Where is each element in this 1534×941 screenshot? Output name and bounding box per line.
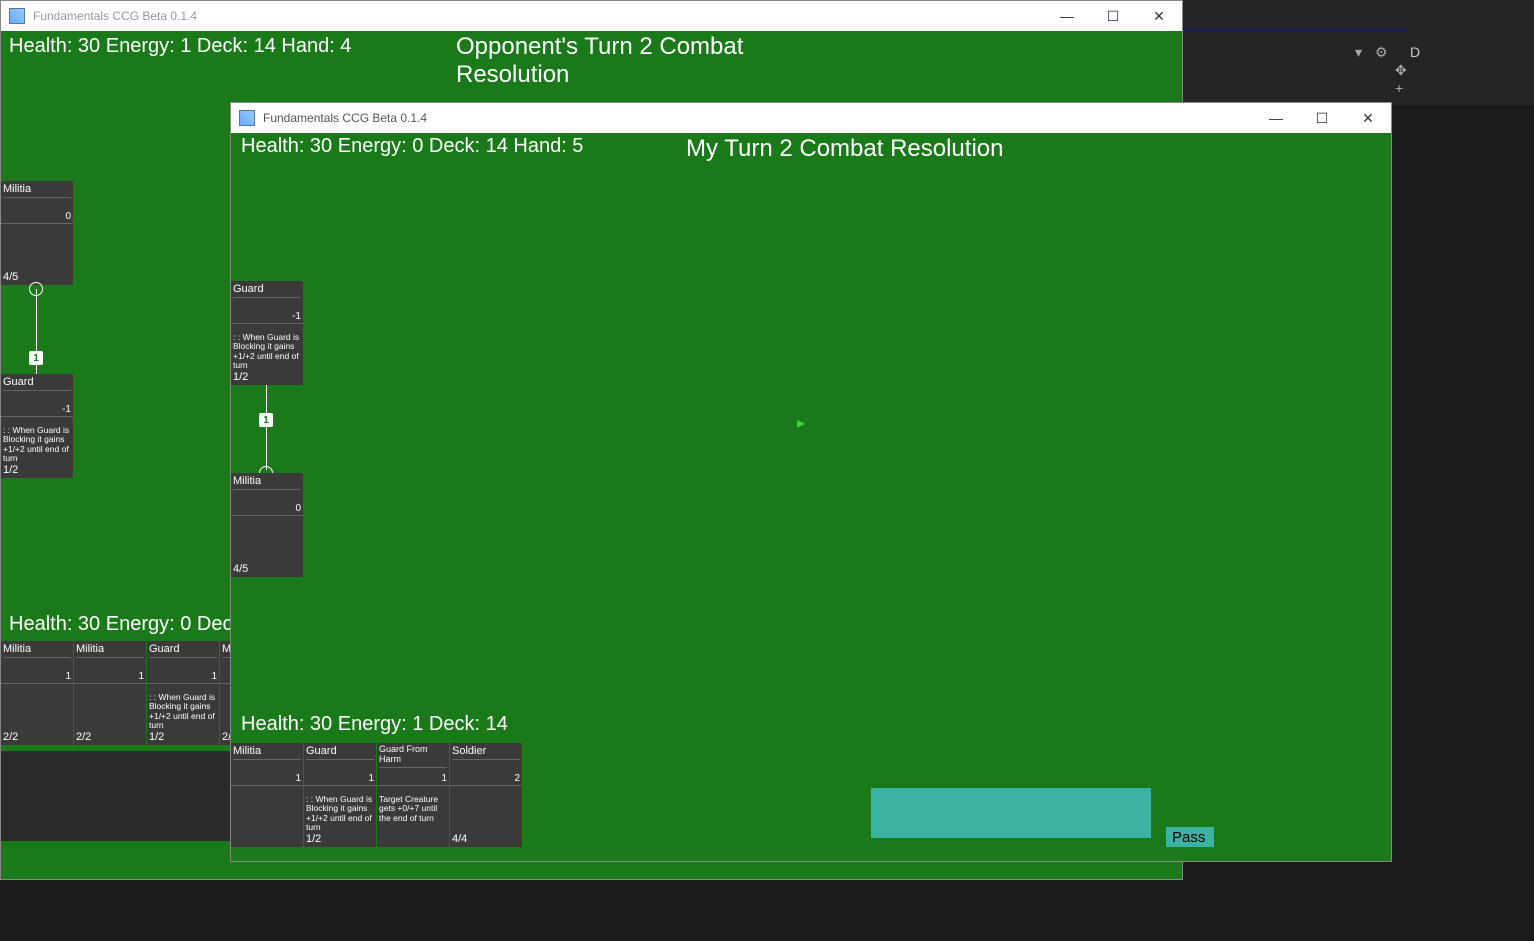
window-title: Fundamentals CCG Beta 0.1.4 (263, 111, 427, 125)
minimize-button[interactable]: — (1044, 1, 1090, 31)
phase-indicator: My Turn 2 Combat Resolution (686, 135, 1003, 163)
title-bar[interactable]: Fundamentals CCG Beta 0.1.4 — ☐ ✕ (231, 103, 1391, 133)
card-name: Guard (149, 643, 217, 658)
card-stats: 2/2 (3, 731, 18, 743)
battlefield-card-militia[interactable]: Militia 0 4/5 (1, 181, 73, 285)
cursor-icon: ▸ (797, 413, 805, 433)
hand-card[interactable]: Guard 1 : : When Guard is Blocking it ga… (304, 743, 376, 847)
card-name: Militia (76, 643, 144, 658)
card-name: Guard (3, 376, 71, 391)
battlefield-card-guard[interactable]: Guard -1 : : When Guard is Blocking it g… (231, 281, 303, 385)
maximize-button[interactable]: ☐ (1299, 103, 1345, 133)
card-name: Guard From Harm (379, 745, 447, 768)
combat-connector-badge: 1 (29, 351, 43, 365)
hand-card[interactable]: Militia 1 2/2 (1, 641, 73, 745)
editor-letter: D (1410, 44, 1420, 60)
plus-icon[interactable]: + (1395, 80, 1403, 96)
card-stats: 4/5 (233, 563, 248, 575)
card-text: : : When Guard is Blocking it gains +1/+… (3, 426, 71, 463)
card-stats: 2/2 (76, 731, 91, 743)
card-stats: 4/5 (3, 271, 18, 283)
card-name: Guard (306, 745, 374, 760)
window-title: Fundamentals CCG Beta 0.1.4 (33, 9, 197, 23)
battlefield-card-guard[interactable]: Guard -1 : : When Guard is Blocking it g… (1, 374, 73, 478)
maximize-icon: ☐ (1316, 110, 1329, 127)
battlefield-card-militia[interactable]: Militia 0 4/5 (231, 473, 303, 577)
phase-indicator: Opponent's Turn 2 Combat Resolution (456, 33, 756, 89)
card-name: Militia (233, 475, 301, 490)
hand-card[interactable]: Militia 1 2/2 (74, 641, 146, 745)
card-cost: 1 (138, 671, 144, 682)
maximize-button[interactable]: ☐ (1090, 1, 1136, 31)
card-cost: 1 (368, 773, 374, 784)
card-name: Militia (3, 183, 71, 198)
close-icon: ✕ (1153, 8, 1165, 25)
close-icon: ✕ (1362, 110, 1374, 127)
card-stats: 1/2 (3, 464, 18, 476)
close-button[interactable]: ✕ (1345, 103, 1391, 133)
opponent-status: Health: 30 Energy: 1 Deck: 14 Hand: 4 (9, 35, 351, 58)
dropdown-icon[interactable]: ▾ (1355, 44, 1362, 61)
card-stats: 4/4 (452, 833, 467, 845)
hand-card[interactable]: Guard 1 : : When Guard is Blocking it ga… (147, 641, 219, 745)
card-cost: -1 (62, 404, 71, 415)
combat-connector-badge: 1 (259, 413, 273, 427)
card-cost: 1 (441, 773, 447, 784)
player-status: Health: 30 Energy: 1 Deck: 14 (241, 713, 508, 736)
card-stats: 1/2 (149, 731, 164, 743)
pass-button-label: Pass (1172, 829, 1205, 846)
card-name: Soldier (452, 745, 520, 760)
card-text: Target Creature gets +0/+7 until the end… (379, 795, 447, 823)
card-cost: 1 (295, 773, 301, 784)
move-icon[interactable]: ✥ (1395, 62, 1407, 79)
minimize-icon: — (1269, 110, 1283, 126)
card-cost: 1 (65, 671, 71, 682)
card-text: : : When Guard is Blocking it gains +1/+… (233, 333, 301, 370)
card-name: Militia (3, 643, 71, 658)
card-cost: -1 (292, 311, 301, 322)
card-cost: 1 (211, 671, 217, 682)
card-text: : : When Guard is Blocking it gains +1/+… (149, 693, 217, 730)
card-name: Militia (233, 745, 301, 760)
selection-box[interactable] (871, 788, 1151, 838)
card-text: : : When Guard is Blocking it gains +1/+… (306, 795, 374, 832)
minimize-button[interactable]: — (1253, 103, 1299, 133)
player-status: Health: 30 Energy: 0 Deck: (9, 613, 248, 636)
card-stats: 1/2 (233, 371, 248, 383)
game-surface: Health: 30 Energy: 0 Deck: 14 Hand: 5 My… (231, 133, 1391, 861)
card-cost: 0 (295, 503, 301, 514)
hand-card[interactable]: Guard From Harm 1 Target Creature gets +… (377, 743, 449, 847)
hand-card[interactable]: Soldier 2 4/4 (450, 743, 522, 847)
hand-card[interactable]: Militia 1 (231, 743, 303, 847)
app-icon (9, 8, 25, 24)
title-bar[interactable]: Fundamentals CCG Beta 0.1.4 — ☐ ✕ (1, 1, 1182, 31)
minimize-icon: — (1060, 8, 1074, 24)
game-window-2: Fundamentals CCG Beta 0.1.4 — ☐ ✕ Health… (230, 102, 1392, 862)
card-cost: 2 (514, 773, 520, 784)
card-stats: 1/2 (306, 833, 321, 845)
close-button[interactable]: ✕ (1136, 1, 1182, 31)
combat-connector (266, 385, 267, 470)
opponent-status: Health: 30 Energy: 0 Deck: 14 Hand: 5 (241, 135, 583, 158)
pass-button[interactable]: Pass (1166, 827, 1214, 847)
maximize-icon: ☐ (1107, 8, 1120, 25)
gear-icon[interactable]: ⚙ (1375, 44, 1388, 61)
hand-trough (1, 751, 231, 841)
card-name: Guard (233, 283, 301, 298)
app-icon (239, 110, 255, 126)
card-cost: 0 (65, 211, 71, 222)
